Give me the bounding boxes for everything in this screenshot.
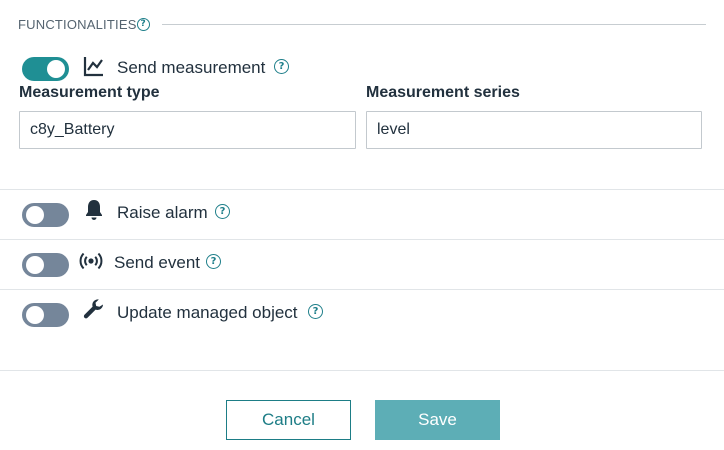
measurement-type-label: Measurement type bbox=[19, 84, 160, 101]
update-managed-object-label: Update managed object bbox=[117, 303, 298, 322]
update-managed-object-toggle[interactable] bbox=[22, 303, 69, 327]
toggle-knob bbox=[26, 256, 44, 274]
cancel-button[interactable]: Cancel bbox=[226, 400, 351, 440]
row-divider bbox=[0, 189, 724, 190]
send-event-help-icon[interactable]: ? bbox=[206, 254, 221, 269]
send-event-toggle[interactable] bbox=[22, 253, 69, 277]
row-divider bbox=[0, 289, 724, 290]
measurement-series-input[interactable] bbox=[366, 111, 702, 149]
measurement-series-label: Measurement series bbox=[366, 84, 520, 101]
toggle-knob bbox=[26, 306, 44, 324]
raise-alarm-toggle[interactable] bbox=[22, 203, 69, 227]
row-divider bbox=[0, 239, 724, 240]
section-title: FUNCTIONALITIES bbox=[18, 16, 137, 32]
footer-divider bbox=[0, 370, 724, 371]
toggle-knob bbox=[26, 206, 44, 224]
help-icon[interactable]: ? bbox=[136, 17, 150, 31]
bell-icon bbox=[86, 200, 102, 220]
line-chart-icon bbox=[83, 57, 103, 77]
save-button[interactable]: Save bbox=[375, 400, 500, 440]
section-divider bbox=[161, 23, 706, 25]
section-header: FUNCTIONALITIES ? bbox=[18, 14, 706, 34]
wrench-icon bbox=[83, 299, 103, 319]
send-measurement-toggle[interactable] bbox=[22, 57, 69, 81]
measurement-type-input[interactable] bbox=[19, 111, 356, 149]
functionalities-panel: FUNCTIONALITIES ? Send measurement ? Mea… bbox=[0, 0, 724, 450]
raise-alarm-help-icon[interactable]: ? bbox=[215, 204, 230, 219]
send-event-label: Send event bbox=[114, 253, 201, 272]
broadcast-icon bbox=[79, 252, 103, 270]
send-measurement-help-icon[interactable]: ? bbox=[274, 59, 289, 74]
update-managed-object-help-icon[interactable]: ? bbox=[308, 304, 323, 319]
raise-alarm-label: Raise alarm bbox=[117, 203, 208, 222]
send-measurement-label: Send measurement bbox=[117, 58, 266, 77]
toggle-knob bbox=[47, 60, 65, 78]
